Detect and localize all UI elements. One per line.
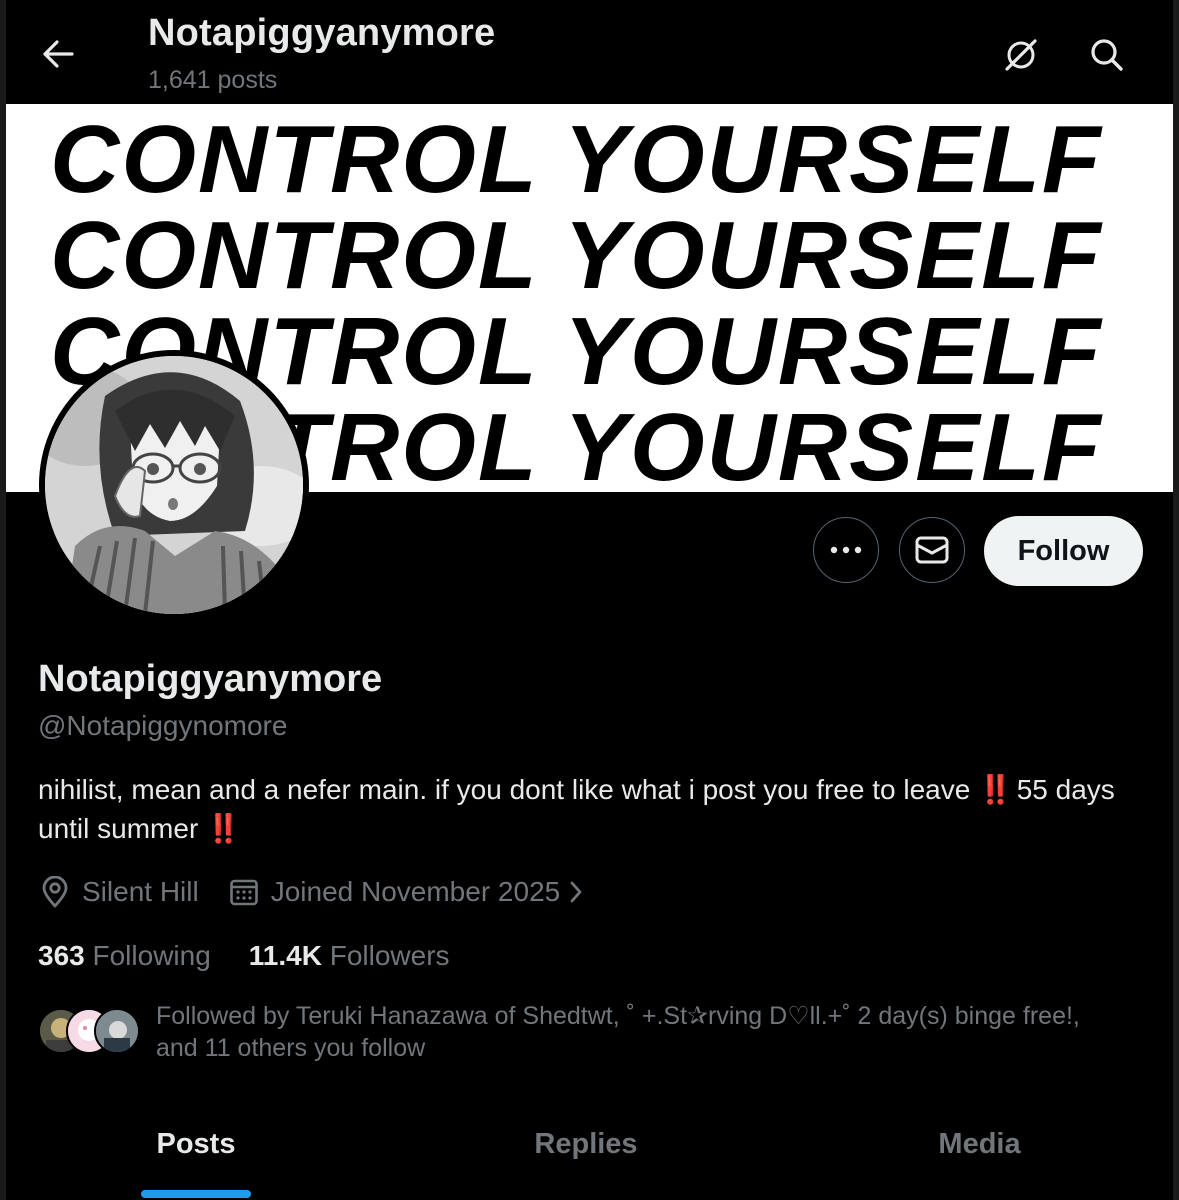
banner-text: CONTROL YOURSELF [50,106,1103,213]
followers-count: 11.4K [248,940,322,971]
anime-girl-portrait [45,356,303,614]
display-name: Notapiggyanymore [38,658,383,700]
header-title: Notapiggyanymore [148,12,496,54]
grok-icon [1005,39,1037,71]
grok-button[interactable] [996,30,1046,80]
tab-label: Posts [156,1128,236,1160]
double-exclamation-emoji: ‼️ [978,774,1013,805]
bio-text: nihilist, mean and a nefer main. if you … [38,774,979,805]
double-exclamation-emoji: ‼️ [206,813,241,844]
post-count: 1,641 posts [148,66,278,94]
chevron-right-icon [568,879,584,905]
mutual-avatars [38,1008,140,1054]
followers-you-know[interactable]: Followed by Teruki Hanazawa of Shedtwt, … [38,1000,1158,1070]
location-text: Silent Hill [82,876,199,907]
following-link[interactable]: 363 Following [38,940,211,972]
user-handle: @Notapiggynomore [38,710,288,741]
following-count: 363 [38,940,85,971]
tab-media[interactable]: Media [786,1100,1173,1200]
calendar-icon [227,875,261,909]
search-button[interactable] [1082,30,1132,80]
avatar-image [45,356,303,614]
more-options-button[interactable] [813,517,879,583]
followed-by-line: and 11 others you follow [156,1034,426,1062]
profile-page: Notapiggyanymore 1,641 posts CONTROL YOU… [6,0,1173,1200]
tab-replies[interactable]: Replies [386,1100,786,1200]
profile-avatar[interactable] [39,350,309,620]
search-icon [1091,39,1123,71]
tab-posts[interactable]: Posts [6,1100,386,1200]
profile-bio: nihilist, mean and a nefer main. if you … [38,770,1148,848]
followed-by-text: Followed by Teruki Hanazawa of Shedtwt, … [156,1000,1156,1064]
followers-label: Followers [329,940,450,971]
top-bar: Notapiggyanymore 1,641 posts [6,0,1173,104]
follow-stats: 363 Following 11.4K Followers [38,940,488,972]
banner-text: CONTROL YOURSELF [50,202,1103,309]
message-button[interactable] [899,517,965,583]
arrow-left-icon [43,40,74,68]
tab-label: Replies [534,1128,638,1160]
join-date[interactable]: Joined November 2025 [227,875,585,909]
avatar [94,1008,140,1054]
more-dots-icon [830,546,862,554]
active-tab-indicator [141,1190,251,1198]
back-button[interactable] [36,32,80,76]
profile-tabs: Posts Replies Media [6,1100,1173,1200]
joined-text: Joined November 2025 [270,876,561,907]
followed-by-line: Followed by Teruki Hanazawa of Shedtwt, … [156,1002,1080,1030]
follow-button[interactable]: Follow [984,516,1143,586]
followers-link[interactable]: 11.4K Followers [249,940,450,972]
following-label: Following [92,940,211,971]
location: Silent Hill [38,875,199,909]
profile-meta: Silent Hill Joined November 2025 [38,872,584,912]
tab-label: Media [938,1128,1021,1160]
location-pin-icon [38,875,72,909]
envelope-icon [915,536,949,564]
window-edge-right [1173,0,1179,1200]
